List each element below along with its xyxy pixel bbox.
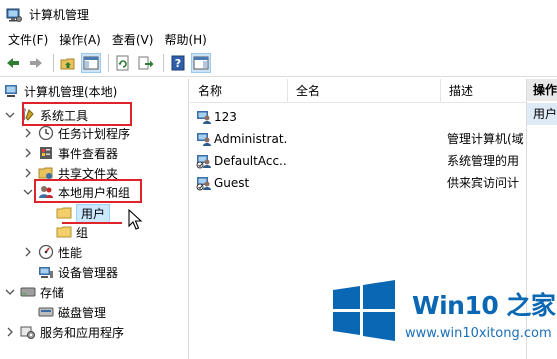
chevron-right-icon[interactable] [22, 246, 34, 258]
device-manager-icon [38, 264, 54, 280]
cell-fullname [296, 172, 441, 194]
tree-label-services-apps: 服务和应用程序 [40, 325, 125, 340]
watermark-url: www.win10xitong.com [405, 326, 552, 341]
up-folder-icon[interactable] [58, 53, 78, 73]
watermark: Win10 之家 www.win10xitong.com [323, 270, 557, 359]
column-header-description[interactable]: 描述 [441, 79, 526, 103]
tree-item-task-scheduler[interactable]: 任务计划程序 [22, 123, 130, 143]
highlight-box-system-tools [22, 102, 132, 126]
cell-name: 123 [214, 110, 237, 124]
performance-gauge-icon [38, 244, 54, 260]
menu-file[interactable]: 文件(F) [5, 31, 56, 48]
tree-label-device-manager: 设备管理器 [58, 265, 119, 280]
chevron-down-icon[interactable] [4, 286, 16, 298]
help-icon[interactable]: ? [168, 53, 188, 73]
cell-name: Guest [214, 176, 250, 190]
column-header-fullname[interactable]: 全名 [288, 79, 441, 103]
svg-text:?: ? [175, 57, 181, 70]
table-row[interactable]: 123 [190, 106, 526, 128]
table-row[interactable]: Administrat... 管理计算机(域 [190, 128, 526, 150]
title-bar: 计算机管理 [0, 0, 557, 29]
cell-name: Administrat... [214, 132, 288, 146]
chevron-right-icon[interactable] [22, 127, 34, 139]
tree-label-disk-management: 磁盘管理 [58, 305, 107, 320]
menu-bar: 文件(F) 操作(A) 查看(V) 帮助(H) [0, 29, 557, 50]
toolbar-separator [53, 54, 54, 72]
actions-header: 操作 [527, 79, 557, 101]
tree-item-storage[interactable]: 存储 [4, 282, 64, 302]
menu-action[interactable]: 操作(A) [56, 31, 109, 48]
disabled-user-icon [196, 177, 211, 191]
tree-root[interactable]: 计算机管理(本地) [4, 81, 117, 101]
highlight-underline-users [62, 222, 122, 224]
tree-label-performance: 性能 [58, 245, 83, 260]
refresh-icon[interactable] [113, 53, 133, 73]
column-header-name[interactable]: 名称 [190, 79, 288, 103]
tree-label-groups: 组 [76, 225, 89, 240]
tree-item-users[interactable]: 用户 [56, 203, 111, 223]
clock-icon [38, 125, 54, 141]
cell-name: DefaultAcc... [214, 154, 288, 168]
tree-root-label: 计算机管理(本地) [24, 84, 118, 99]
windows-logo-icon [333, 280, 395, 341]
cell-fullname [296, 106, 441, 128]
computer-management-icon [4, 83, 20, 99]
tree-label-storage: 存储 [40, 285, 65, 300]
list-header: 名称 全名 描述 [190, 79, 526, 103]
tree-item-performance[interactable]: 性能 [22, 242, 82, 262]
computer-management-icon [6, 8, 22, 22]
table-row[interactable]: DefaultAcc... 系统管理的用 [190, 150, 526, 172]
properties-icon[interactable] [191, 53, 211, 73]
window-title: 计算机管理 [29, 8, 90, 22]
cell-description: 供来宾访问计 [447, 176, 520, 190]
console-tree: 计算机管理(本地) 系统工具 任务计划程序 事件查看器 共享文件夹 本地用户和组… [0, 79, 189, 359]
tree-item-event-viewer[interactable]: 事件查看器 [22, 143, 118, 163]
mouse-cursor-icon [128, 209, 143, 230]
cell-fullname [296, 128, 441, 150]
show-hide-tree-icon[interactable] [81, 53, 101, 73]
tree-label-users: 用户 [76, 203, 111, 223]
tree-label-event-viewer: 事件查看器 [58, 146, 119, 161]
tree-item-device-manager[interactable]: 设备管理器 [38, 262, 118, 282]
tree-item-disk-management[interactable]: 磁盘管理 [38, 302, 106, 322]
watermark-brand: Win10 之家 [412, 291, 556, 320]
menu-view[interactable]: 查看(V) [109, 31, 162, 48]
actions-item-users[interactable]: 用户 [527, 103, 557, 125]
export-list-icon[interactable] [136, 53, 156, 73]
toolbar-separator [108, 54, 109, 72]
event-log-icon [38, 145, 54, 161]
cell-fullname [296, 150, 441, 172]
folder-icon [56, 224, 72, 240]
tree-item-groups[interactable]: 组 [56, 222, 88, 242]
cell-description: 管理计算机(域 [447, 132, 524, 146]
toolbar-separator [163, 54, 164, 72]
chevron-right-icon[interactable] [22, 167, 34, 179]
services-icon [20, 324, 36, 340]
tree-label-task-scheduler: 任务计划程序 [58, 126, 131, 141]
user-icon [197, 111, 211, 124]
menu-help[interactable]: 帮助(H) [161, 31, 214, 48]
tree-item-services-apps[interactable]: 服务和应用程序 [4, 322, 124, 342]
back-icon[interactable] [3, 53, 23, 73]
cell-description [447, 106, 526, 128]
folder-icon [56, 205, 72, 221]
toolbar: ? [0, 50, 557, 77]
chevron-right-icon[interactable] [22, 147, 34, 159]
cell-description: 系统管理的用 [447, 154, 520, 168]
disk-management-icon [38, 304, 54, 320]
forward-icon[interactable] [26, 53, 46, 73]
chevron-right-icon[interactable] [4, 326, 16, 338]
storage-icon [20, 284, 36, 300]
chevron-down-icon[interactable] [4, 109, 16, 121]
table-row[interactable]: Guest 供来宾访问计 [190, 172, 526, 194]
disabled-user-icon [196, 155, 211, 169]
chevron-down-icon[interactable] [22, 186, 34, 198]
user-icon [197, 133, 211, 146]
highlight-box-local-users-groups [34, 179, 142, 203]
